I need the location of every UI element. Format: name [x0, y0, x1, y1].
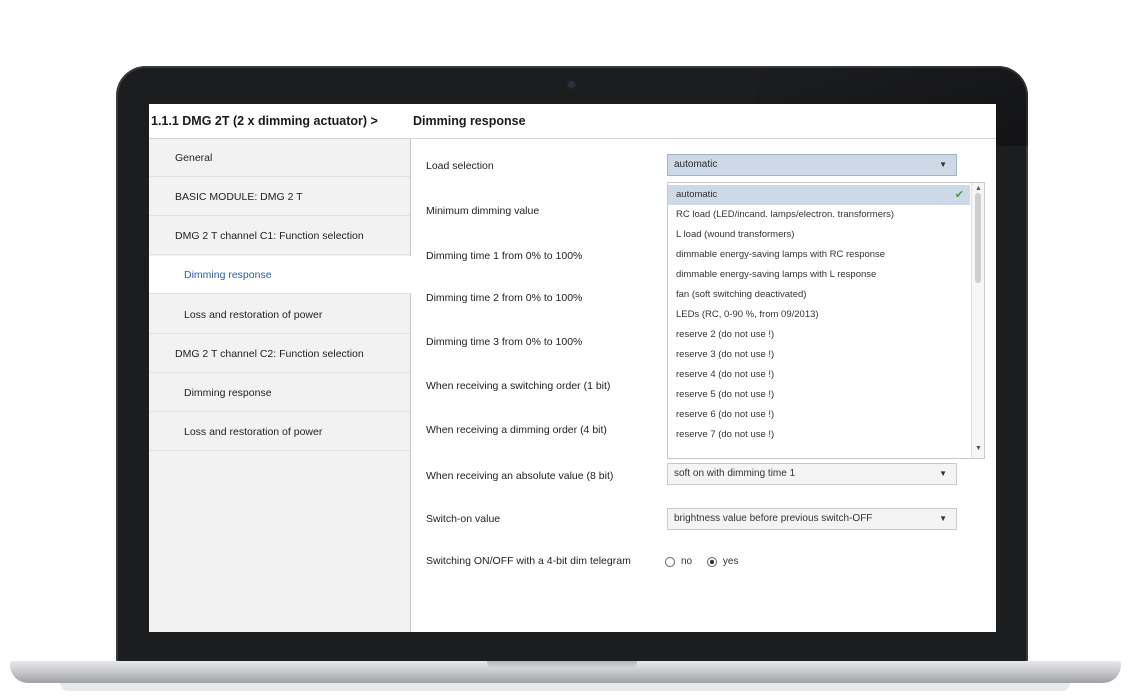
- laptop-base-notch: [487, 661, 637, 669]
- chevron-down-icon[interactable]: ▼: [939, 509, 947, 529]
- dropdown-option[interactable]: LEDs (RC, 0-90 %, from 09/2013): [668, 305, 970, 325]
- dropdown-option[interactable]: reserve 7 (do not use !): [668, 425, 970, 445]
- label-dimming-order: When receiving a dimming order (4 bit): [426, 424, 607, 436]
- scroll-down-icon[interactable]: ▼: [975, 445, 982, 452]
- label-absolute-value: When receiving an absolute value (8 bit): [426, 470, 614, 482]
- radio-no-label: no: [681, 556, 693, 567]
- label-switching-4bit: Switching ON/OFF with a 4-bit dim telegr…: [426, 555, 631, 567]
- scroll-up-icon[interactable]: ▲: [975, 185, 982, 192]
- label-dimming-time-2: Dimming time 2 from 0% to 100%: [426, 292, 583, 304]
- dropdown-scrollbar[interactable]: ▲ ▼: [971, 183, 984, 458]
- absolute-value-value: soft on with dimming time 1: [674, 468, 796, 479]
- sidebar-item-c2-dimming-response[interactable]: Dimming response: [149, 374, 410, 412]
- label-load-selection: Load selection: [426, 160, 494, 172]
- load-selection-dropdown: automatic ✔ RC load (LED/incand. lamps/e…: [667, 182, 985, 459]
- laptop-base-shadow: [60, 683, 1070, 691]
- dropdown-option[interactable]: reserve 5 (do not use !): [668, 385, 970, 405]
- load-selection-value: automatic: [674, 159, 718, 170]
- sidebar: General BASIC MODULE: DMG 2 T DMG 2 T ch…: [149, 139, 411, 632]
- radio-no[interactable]: [665, 556, 675, 567]
- absolute-value-select[interactable]: soft on with dimming time 1 ▼: [667, 463, 957, 485]
- dropdown-option[interactable]: reserve 3 (do not use !): [668, 345, 970, 365]
- label-dimming-time-3: Dimming time 3 from 0% to 100%: [426, 336, 583, 348]
- chevron-down-icon[interactable]: ▼: [939, 464, 947, 484]
- dropdown-option[interactable]: automatic ✔: [668, 185, 970, 205]
- dropdown-option[interactable]: reserve 4 (do not use !): [668, 365, 970, 385]
- label-switching-order: When receiving a switching order (1 bit): [426, 380, 611, 392]
- chevron-down-icon[interactable]: ▼: [939, 155, 947, 175]
- load-selection-select[interactable]: automatic ▼: [667, 154, 957, 176]
- switch-on-value-value: brightness value before previous switch-…: [674, 513, 873, 524]
- scroll-thumb[interactable]: [975, 193, 981, 283]
- dropdown-option[interactable]: dimmable energy-saving lamps with RC res…: [668, 245, 970, 265]
- breadcrumb: 1.1.1 DMG 2T (2 x dimming actuator) > Di…: [149, 104, 996, 139]
- camera-icon: [568, 81, 575, 88]
- switching-4bit-radio-group: no yes: [665, 556, 750, 567]
- switch-on-value-select[interactable]: brightness value before previous switch-…: [667, 508, 957, 530]
- sidebar-item-basic-module[interactable]: BASIC MODULE: DMG 2 T: [149, 178, 410, 216]
- dropdown-option[interactable]: fan (soft switching deactivated): [668, 285, 970, 305]
- sidebar-item-c1-dimming-response[interactable]: Dimming response: [149, 256, 411, 294]
- dropdown-option[interactable]: reserve 2 (do not use !): [668, 325, 970, 345]
- app-screen: 1.1.1 DMG 2T (2 x dimming actuator) > Di…: [149, 104, 996, 632]
- dropdown-option[interactable]: dimmable energy-saving lamps with L resp…: [668, 265, 970, 285]
- radio-yes[interactable]: [706, 556, 717, 567]
- sidebar-item-c2-loss-restoration[interactable]: Loss and restoration of power: [149, 413, 410, 451]
- label-switch-on-value: Switch-on value: [426, 513, 501, 525]
- checkmark-icon: ✔: [954, 189, 964, 201]
- label-minimum-dimming-value: Minimum dimming value: [426, 205, 540, 217]
- label-dimming-time-1: Dimming time 1 from 0% to 100%: [426, 250, 583, 262]
- dropdown-option[interactable]: RC load (LED/incand. lamps/electron. tra…: [668, 205, 970, 225]
- sidebar-item-c1-function-selection[interactable]: DMG 2 T channel C1: Function selection: [149, 217, 410, 255]
- breadcrumb-parent[interactable]: 1.1.1 DMG 2T (2 x dimming actuator) >: [151, 104, 378, 138]
- sidebar-item-c2-function-selection[interactable]: DMG 2 T channel C2: Function selection: [149, 335, 410, 373]
- radio-yes-label: yes: [722, 556, 739, 567]
- breadcrumb-current: Dimming response: [413, 114, 526, 128]
- dropdown-option[interactable]: L load (wound transformers): [668, 225, 970, 245]
- sidebar-item-general[interactable]: General: [149, 139, 410, 177]
- option-label: automatic: [676, 189, 718, 200]
- dropdown-option[interactable]: reserve 6 (do not use !): [668, 405, 970, 425]
- sidebar-item-c1-loss-restoration[interactable]: Loss and restoration of power: [149, 296, 410, 334]
